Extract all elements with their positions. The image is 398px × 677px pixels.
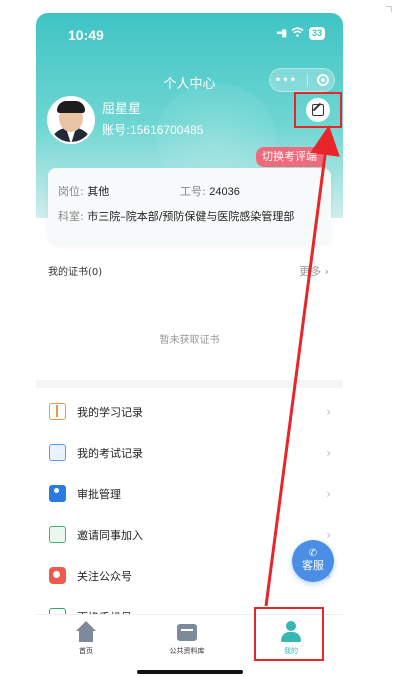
department-value: 市三院–院本部/预防保健与医院感染管理部 (87, 210, 295, 223)
share-icon (49, 526, 66, 543)
chevron-right-icon: › (326, 527, 331, 542)
tab-label-library: 公共资料库 (169, 647, 205, 655)
customer-service-label: 客服 (302, 559, 324, 572)
more-icon[interactable]: ••• (275, 75, 297, 86)
tab-home[interactable]: 首页 (51, 621, 121, 656)
menu-item-study-records[interactable]: 我的学习记录 › (36, 391, 343, 432)
avatar[interactable] (47, 96, 95, 144)
home-indicator (137, 670, 243, 674)
miniprogram-capsule[interactable]: ••• (269, 68, 335, 92)
approve-icon (49, 485, 66, 502)
chevron-right-icon: › (326, 486, 331, 501)
menu-item-label: 关注公众号 (77, 569, 132, 583)
section-divider (36, 380, 343, 388)
close-target-icon[interactable] (317, 74, 330, 86)
exam-icon (49, 444, 66, 461)
switch-evaluator-button[interactable]: 切换考评端 (256, 147, 323, 167)
certificate-empty-text: 暂未获取证书 (159, 335, 220, 346)
menu-item-label: 我的考试记录 (77, 446, 143, 460)
menu-item-label: 邀请同事加入 (77, 528, 143, 542)
edit-highlight-box (294, 92, 342, 128)
signal-icon: ▪▪▮ (276, 28, 287, 39)
status-icons: ▪▪▮ 33 (276, 27, 325, 40)
menu-item-label: 我的学习记录 (77, 405, 143, 419)
account-value: 15616700485 (130, 123, 204, 137)
position-label: 岗位: (58, 185, 84, 198)
mine-tab-highlight-box (254, 607, 324, 661)
menu-item-approval[interactable]: 审批管理 › (36, 473, 343, 514)
certificate-more-link[interactable]: 更多 › (299, 263, 329, 279)
wifi-icon (291, 27, 304, 40)
library-icon (176, 621, 198, 643)
menu-list: 我的学习记录 › 我的考试记录 › 审批管理 › 邀请同事加入 › 关注公众号 (36, 391, 343, 637)
department-label: 科室: (58, 210, 84, 223)
menu-item-label: 审批管理 (77, 487, 121, 501)
tab-library[interactable]: 公共资料库 (152, 621, 222, 656)
corner-mark (386, 6, 392, 12)
book-icon (49, 403, 66, 420)
avatar-hair (57, 101, 85, 113)
certificate-section: 我的证书(0) 更多 › 暂未获取证书 (36, 249, 343, 389)
battery-icon: 33 (308, 27, 325, 40)
chevron-right-icon: › (326, 445, 331, 460)
employee-value: 24036 (209, 186, 240, 198)
account-label: 账号: (102, 123, 131, 137)
employee-label: 工号: (180, 185, 206, 198)
customer-service-button[interactable]: ✆ 客服 (292, 540, 334, 582)
phone-icon: ✆ (308, 548, 318, 559)
library-box (177, 624, 197, 641)
home-body (79, 630, 93, 642)
employee-row: 工号: 24036 (180, 183, 240, 199)
menu-item-exam-records[interactable]: 我的考试记录 › (36, 432, 343, 473)
wechat-icon (49, 567, 66, 584)
position-value: 其他 (87, 185, 110, 198)
certificate-title: 我的证书(0) (48, 267, 103, 278)
position-row: 岗位: 其他 (58, 183, 109, 199)
user-name: 屈星星 (102, 102, 142, 117)
status-bar: 10:49 ▪▪▮ 33 (36, 13, 343, 57)
user-account: 账号:15616700485 (102, 121, 203, 138)
screenshot-page: 10:49 ▪▪▮ 33 个人中心 ••• 屈星星 账号:15616700485… (0, 0, 398, 677)
info-card: 岗位: 其他 工号: 24036 科室: 市三院–院本部/预防保健与医院感染管理… (48, 168, 331, 243)
home-icon (75, 621, 97, 643)
status-time: 10:49 (68, 27, 104, 43)
capsule-divider (306, 74, 308, 86)
chevron-right-icon: › (326, 404, 331, 419)
tab-label-home: 首页 (79, 647, 93, 655)
department-row: 科室: 市三院–院本部/预防保健与医院感染管理部 (58, 208, 294, 224)
